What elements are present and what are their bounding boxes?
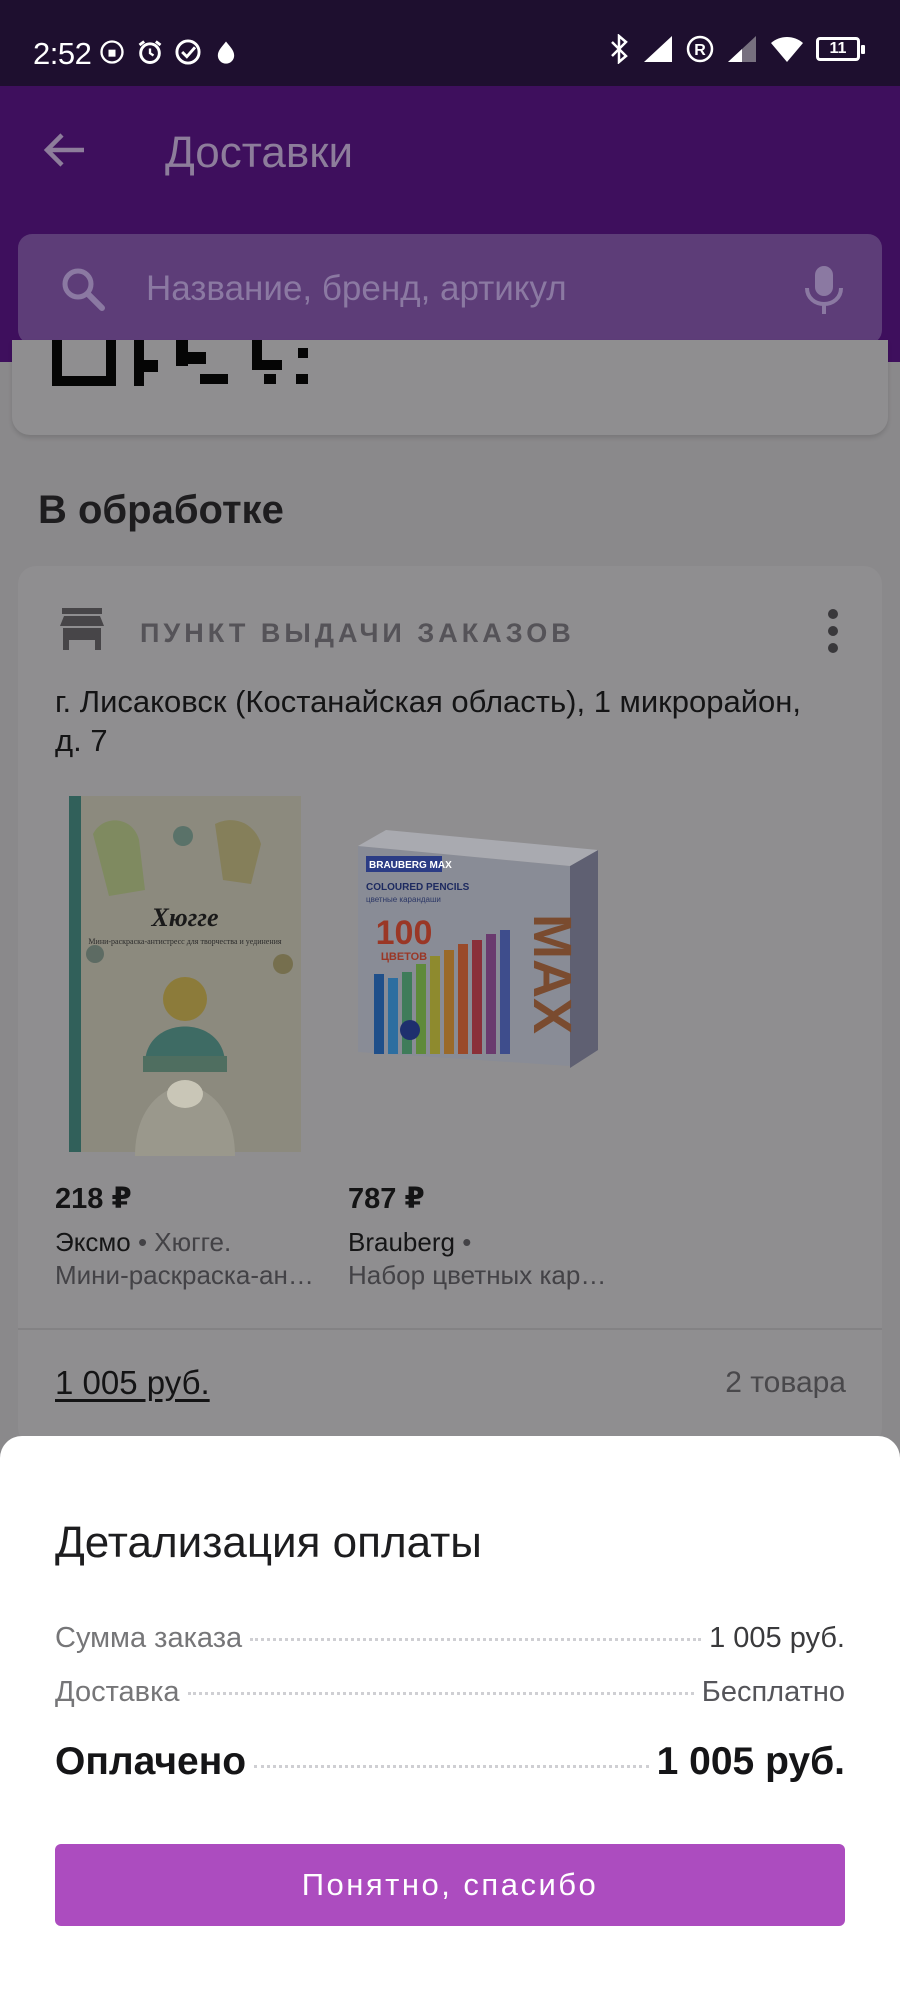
product-brand: Эксмо [55, 1227, 131, 1257]
paid-value: 1 005 руб. [656, 1740, 845, 1783]
dotted-leader [254, 1765, 649, 1768]
product-image-brand: BRAUBERG MAX [369, 860, 452, 871]
qr-code-image [52, 340, 308, 386]
product-image-pencils[interactable]: BRAUBERG MAX COLOURED PENCILS цветные ка… [348, 794, 598, 1156]
delivery-row: Доставка Бесплатно [55, 1676, 845, 1709]
battery-icon: 11 [816, 37, 865, 61]
more-vertical-icon[interactable] [826, 608, 840, 654]
wifi-icon [771, 37, 803, 62]
search-input[interactable] [146, 262, 786, 316]
bluetooth-icon [611, 34, 628, 64]
product-item[interactable]: Хюгге Мини-раскраска-антистресс для твор… [55, 794, 325, 1292]
svg-text:R: R [694, 42, 706, 59]
store-icon [60, 608, 104, 650]
order-sum-value: 1 005 руб. [709, 1622, 845, 1654]
paid-label: Оплачено [55, 1740, 247, 1783]
product-name: Набор цветных карандашей [348, 1260, 618, 1290]
product-name-part: Хюгге. [154, 1227, 232, 1257]
product-brand: Brauberg [348, 1227, 455, 1257]
delivery-address: г. Лисаковск (Костанайская область), 1 м… [55, 684, 801, 758]
delivery-card[interactable]: ПУНКТ ВЫДАЧИ ЗАКАЗОВ г. Лисаковск (Коста… [18, 566, 882, 1446]
status-bar: 2:52 R 11 [0, 0, 900, 86]
check-circle-icon [175, 39, 201, 65]
status-left-icons [98, 38, 240, 66]
drop-icon [217, 41, 235, 64]
back-arrow-icon[interactable] [38, 124, 90, 176]
status-right-icons: R 11 [608, 34, 865, 64]
payment-details-sheet: Детализация оплаты Сумма заказа 1 005 ру… [0, 1436, 900, 2000]
app-bar: Доставки [0, 86, 900, 362]
product-name: Мини-раскраска-антистресс для творчества… [55, 1260, 325, 1290]
paid-row: Оплачено 1 005 руб. [55, 1740, 845, 1784]
signal-weak-icon [728, 36, 756, 62]
signal-icon [644, 36, 672, 62]
search-bar[interactable] [18, 234, 882, 344]
order-total-link[interactable]: 1 005 руб. [55, 1364, 210, 1402]
screen-lock-rotation-icon [100, 40, 124, 64]
product-separator: • [137, 1227, 148, 1257]
roaming-icon: R [686, 35, 714, 63]
product-image-title: Хюгге [150, 903, 218, 932]
dotted-leader [250, 1638, 702, 1641]
previous-delivery-card[interactable] [12, 340, 888, 435]
order-sum-row: Сумма заказа 1 005 руб. [55, 1622, 845, 1655]
section-heading-processing: В обработке [38, 488, 284, 532]
product-price: 218 ₽ [55, 1183, 132, 1215]
status-time: 2:52 [33, 36, 92, 71]
search-icon[interactable] [58, 264, 108, 314]
sheet-title: Детализация оплаты [55, 1518, 482, 1567]
dotted-leader [187, 1692, 694, 1695]
product-separator: • [462, 1227, 472, 1257]
confirm-button[interactable]: Понятно, спасибо [55, 1844, 845, 1926]
product-price: 787 ₽ [348, 1183, 425, 1215]
product-image-big-text: MAX [522, 914, 582, 1034]
page-title: Доставки [165, 128, 354, 177]
product-item[interactable]: BRAUBERG MAX COLOURED PENCILS цветные ка… [348, 794, 618, 1292]
order-sum-label: Сумма заказа [55, 1622, 243, 1654]
product-image-count: 100 [376, 914, 433, 952]
product-image-count-label: ЦВЕТОВ [381, 951, 427, 963]
product-image-line2: цветные карандаши [366, 895, 441, 904]
product-brand-line: Brauberg • [348, 1226, 618, 1259]
microphone-icon[interactable] [802, 264, 846, 316]
pickup-point-label: ПУНКТ ВЫДАЧИ ЗАКАЗОВ [140, 618, 575, 648]
product-image-subtitle: Мини-раскраска-антистресс для творчества… [88, 937, 281, 946]
alarm-icon [138, 40, 162, 64]
card-divider [18, 1328, 882, 1330]
product-brand-line: Эксмо • Хюгге. [55, 1226, 325, 1259]
product-image-line1: COLOURED PENCILS [366, 882, 470, 893]
delivery-label: Доставка [55, 1676, 180, 1708]
items-count: 2 товара [725, 1366, 846, 1399]
product-image-coloring-book[interactable]: Хюгге Мини-раскраска-антистресс для твор… [55, 794, 305, 1156]
delivery-value: Бесплатно [701, 1676, 845, 1708]
